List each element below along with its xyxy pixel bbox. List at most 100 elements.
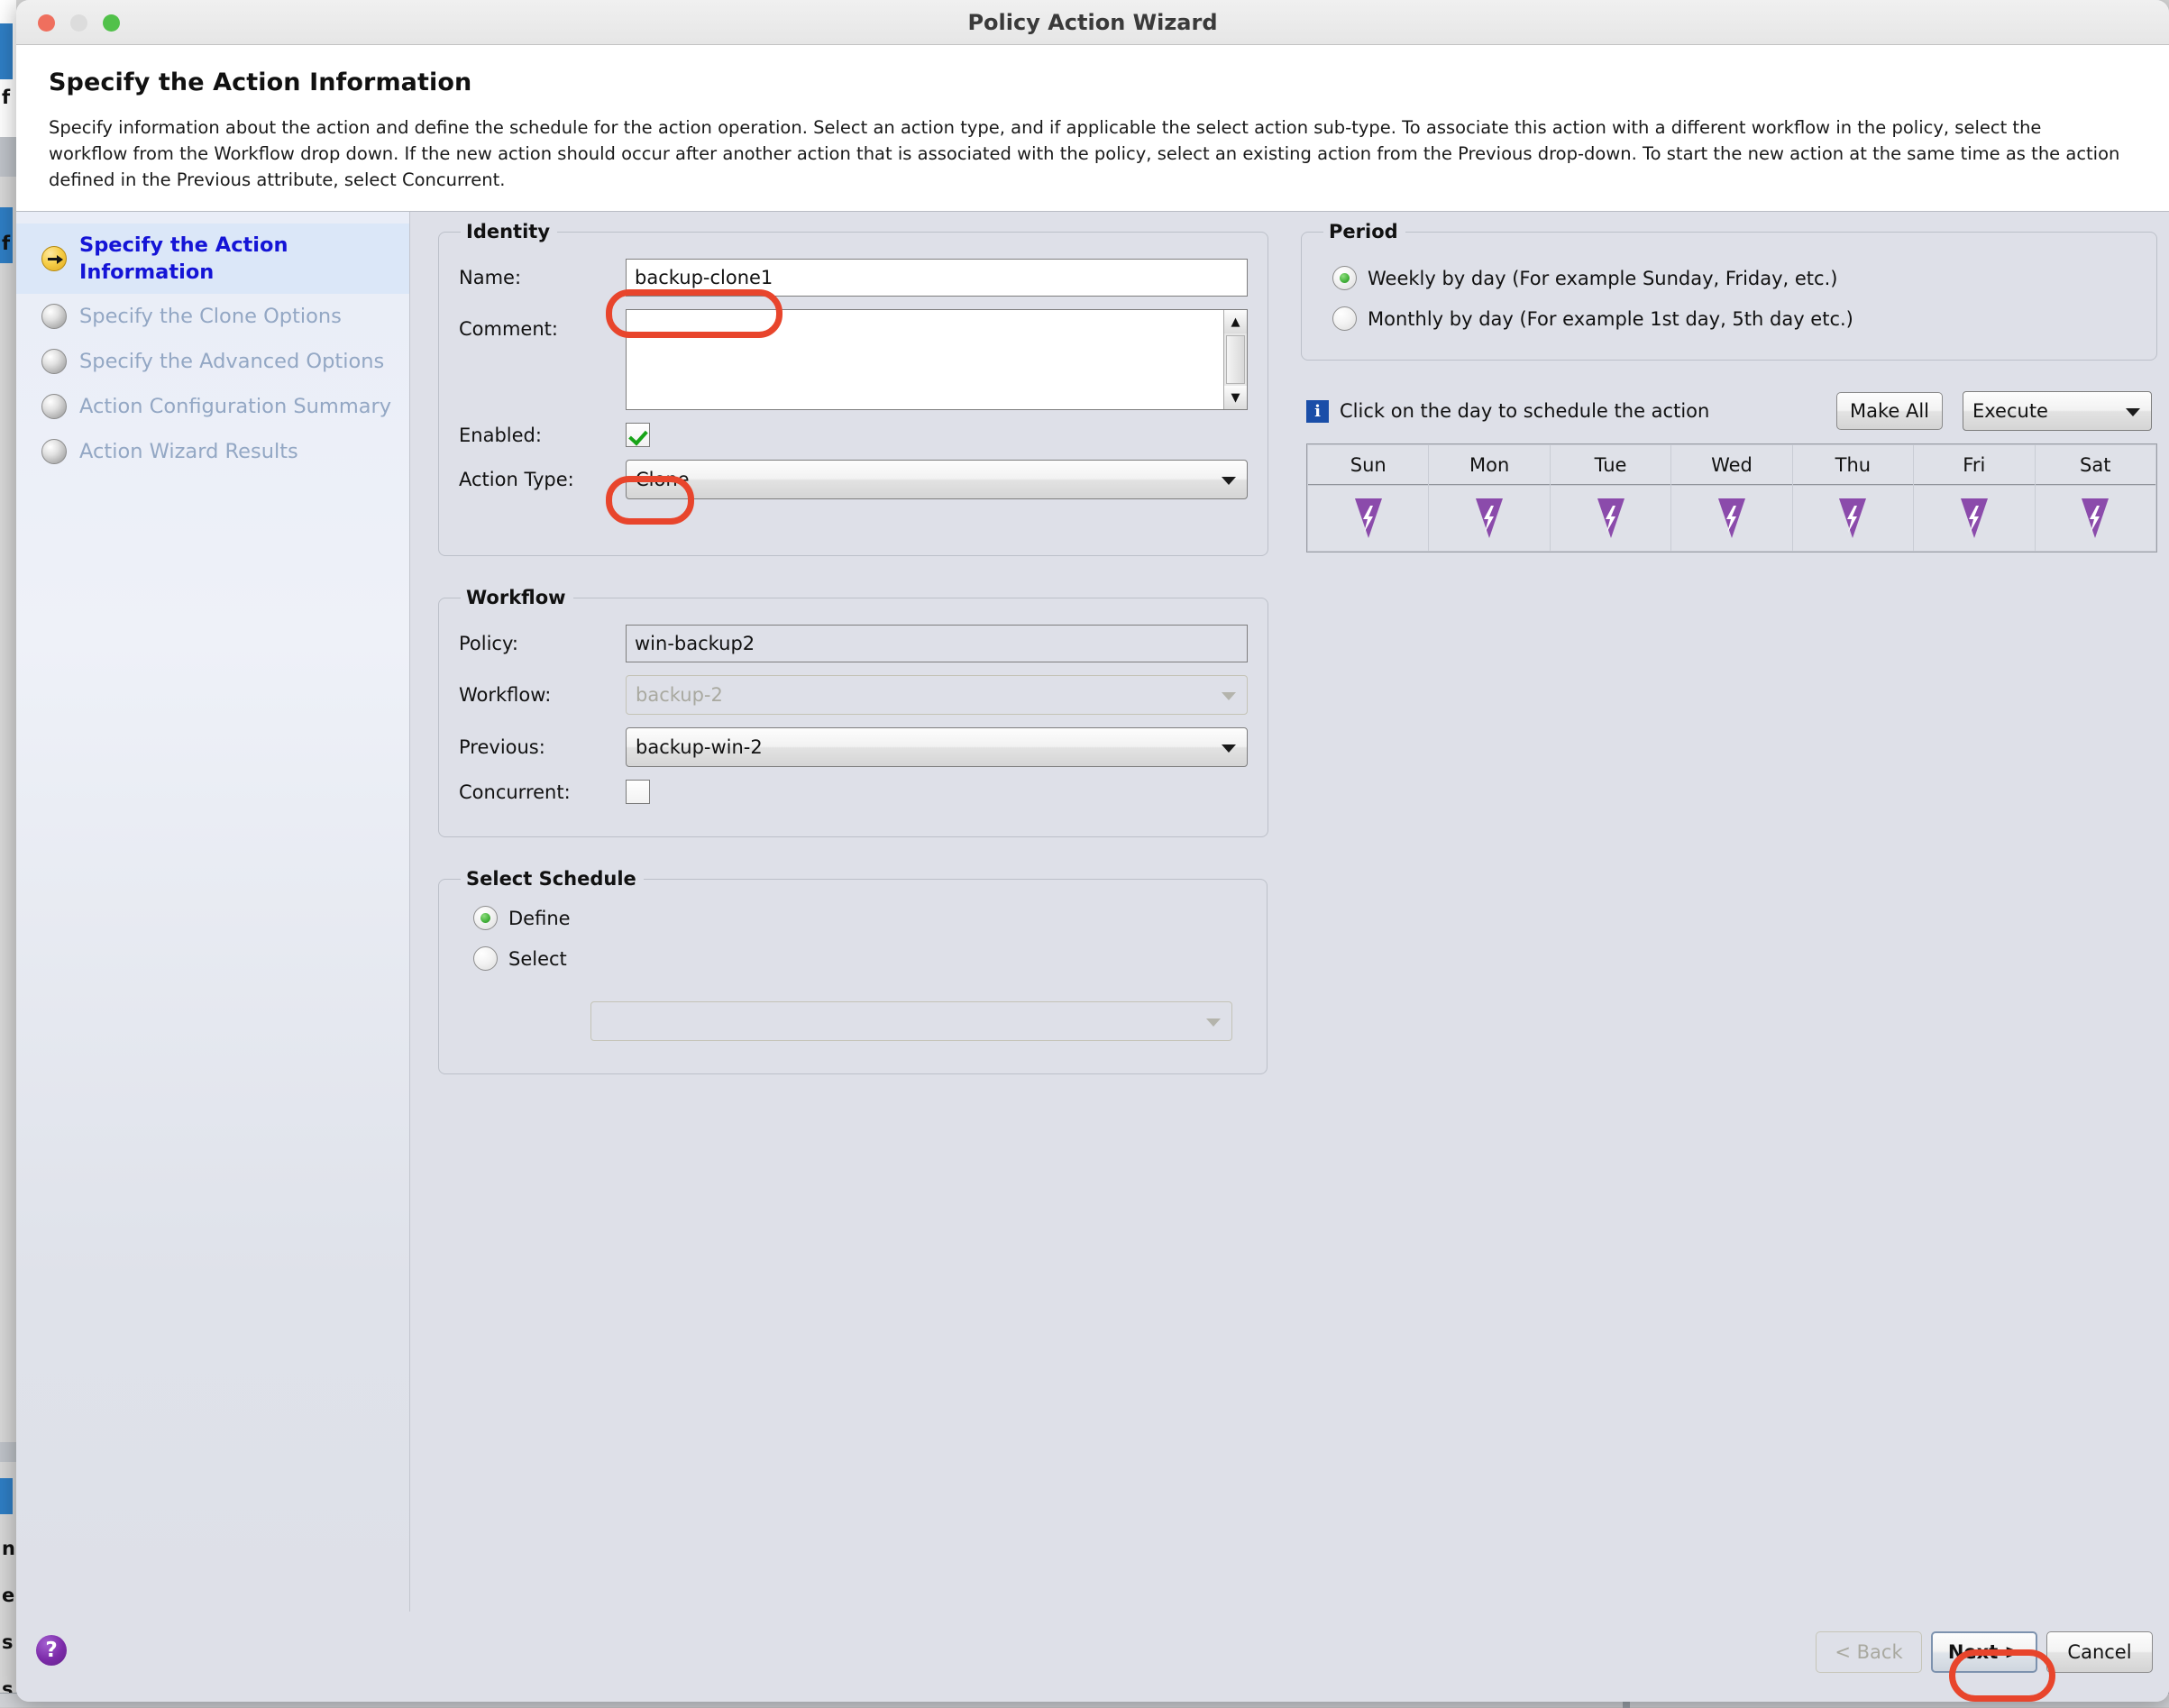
wizard-body: Specify the Action Information Specify t… xyxy=(16,212,2169,1640)
workflow-dropdown: backup-2 xyxy=(626,675,1248,715)
policy-input[interactable] xyxy=(626,625,1248,662)
period-monthly-row[interactable]: Monthly by day (For example 1st day, 5th… xyxy=(1332,306,2137,331)
comment-field-wrapper: ▲ ▼ xyxy=(626,309,1248,410)
sphere-bullet-icon xyxy=(41,349,67,374)
bg-text-fragment: s xyxy=(2,1631,14,1653)
period-column: Period Weekly by day (For example Sunday… xyxy=(1301,221,2157,553)
bg-window-toolbar xyxy=(0,137,16,177)
day-cell-wed[interactable] xyxy=(1671,486,1791,551)
select-schedule-group: Select Schedule Define Select xyxy=(438,868,1268,1074)
schedule-legend: Select Schedule xyxy=(461,868,644,890)
day-column-sat: Sat xyxy=(2036,445,2155,551)
action-type-dropdown[interactable]: Clone xyxy=(626,460,1248,499)
footer-bar: ? < Back Next > Cancel xyxy=(16,1612,2169,1702)
execute-value: Execute xyxy=(1972,400,2048,422)
sidebar-item-specify-the-advanced-options[interactable]: Specify the Advanced Options xyxy=(16,339,409,384)
name-label: Name: xyxy=(459,267,626,288)
day-column-thu: Thu xyxy=(1793,445,1913,551)
period-monthly-label: Monthly by day (For example 1st day, 5th… xyxy=(1368,308,1853,330)
enabled-row: Enabled: xyxy=(459,423,1248,447)
header-block: Specify the Action Information Specify i… xyxy=(16,45,2169,212)
schedule-define-radio[interactable] xyxy=(473,906,498,930)
day-cell-sat[interactable] xyxy=(2036,486,2155,551)
bg-window-divider xyxy=(0,1442,16,1462)
action-type-label: Action Type: xyxy=(459,469,626,490)
execute-dropdown[interactable]: Execute xyxy=(1963,391,2152,431)
bg-window-blue-row2 xyxy=(0,1478,13,1514)
footer-buttons: < Back Next > Cancel xyxy=(1816,1631,2153,1673)
workflow-value: backup-2 xyxy=(636,684,723,706)
day-column-mon: Mon xyxy=(1429,445,1549,551)
day-cell-thu[interactable] xyxy=(1793,486,1913,551)
sidebar-item-action-wizard-results[interactable]: Action Wizard Results xyxy=(16,429,409,474)
cancel-button[interactable]: Cancel xyxy=(2046,1631,2153,1673)
day-header: Tue xyxy=(1551,445,1670,485)
scroll-down-icon[interactable]: ▼ xyxy=(1224,386,1247,409)
step-label: Specify the Clone Options xyxy=(79,303,342,330)
schedule-combo-row xyxy=(459,1001,1247,1054)
day-header: Fri xyxy=(1914,445,2034,485)
action-type-row: Action Type: Clone xyxy=(459,460,1248,499)
day-schedule-table: Sun Mon xyxy=(1306,443,2157,553)
workflow-label: Workflow: xyxy=(459,684,626,706)
action-type-value: Clone xyxy=(636,469,690,490)
step-label: Specify the Advanced Options xyxy=(79,348,384,375)
lightning-bolt-icon xyxy=(1596,497,1626,540)
sidebar-item-specify-the-clone-options[interactable]: Specify the Clone Options xyxy=(16,294,409,339)
chevron-down-icon xyxy=(1222,477,1236,485)
sidebar-item-action-configuration-summary[interactable]: Action Configuration Summary xyxy=(16,384,409,429)
workflow-legend: Workflow xyxy=(461,587,573,608)
lightning-bolt-icon xyxy=(1716,497,1747,540)
concurrent-checkbox[interactable] xyxy=(626,780,650,804)
day-cell-sun[interactable] xyxy=(1308,486,1428,551)
comment-input[interactable] xyxy=(627,310,1223,409)
sphere-bullet-icon xyxy=(41,439,67,464)
day-scheduler-hint: Click on the day to schedule the action xyxy=(1340,400,1826,422)
schedule-select-radio[interactable] xyxy=(473,946,498,971)
lightning-bolt-icon xyxy=(1837,497,1868,540)
day-column-tue: Tue xyxy=(1551,445,1670,551)
day-header: Thu xyxy=(1793,445,1913,485)
enabled-checkbox[interactable] xyxy=(626,423,650,447)
info-icon: i xyxy=(1306,400,1329,423)
day-cell-mon[interactable] xyxy=(1429,486,1549,551)
period-weekly-radio[interactable] xyxy=(1332,266,1357,290)
scrollbar-thumb[interactable] xyxy=(1226,335,1245,384)
help-icon[interactable]: ? xyxy=(36,1635,67,1666)
chevron-down-icon xyxy=(1206,1018,1221,1027)
lightning-bolt-icon xyxy=(1959,497,1990,540)
next-button[interactable]: Next > xyxy=(1931,1631,2037,1673)
schedule-define-row[interactable]: Define xyxy=(473,906,1247,930)
lightning-bolt-icon xyxy=(2080,497,2110,540)
sidebar-item-specify-the-action-information[interactable]: Specify the Action Information xyxy=(16,224,409,294)
policy-row: Policy: xyxy=(459,625,1248,662)
day-cell-tue[interactable] xyxy=(1551,486,1670,551)
policy-action-wizard-window: Policy Action Wizard Specify the Action … xyxy=(16,0,2169,1702)
bg-text-fragment: e xyxy=(2,1585,14,1606)
wizard-step-list: Specify the Action Information Specify t… xyxy=(16,212,410,1640)
period-weekly-row[interactable]: Weekly by day (For example Sunday, Frida… xyxy=(1332,266,2137,290)
day-header: Sun xyxy=(1308,445,1428,485)
policy-label: Policy: xyxy=(459,633,626,654)
scroll-up-icon[interactable]: ▲ xyxy=(1224,310,1247,333)
form-column: Identity Name: Comment: ▲ ▼ xyxy=(438,221,1268,1105)
day-header: Sat xyxy=(2036,445,2155,485)
comment-label: Comment: xyxy=(459,309,626,340)
bg-text-fragment: f xyxy=(2,87,10,108)
window-titlebar: Policy Action Wizard xyxy=(16,0,2169,45)
workflow-group: Workflow Policy: Workflow: backup-2 Prev… xyxy=(438,587,1268,837)
make-all-button[interactable]: Make All xyxy=(1836,392,1943,430)
schedule-select-row[interactable]: Select xyxy=(473,946,1247,971)
name-input[interactable] xyxy=(626,259,1248,297)
concurrent-label: Concurrent: xyxy=(459,781,626,803)
previous-dropdown[interactable]: backup-win-2 xyxy=(626,727,1248,767)
period-monthly-radio[interactable] xyxy=(1332,306,1357,331)
previous-row: Previous: backup-win-2 xyxy=(459,727,1248,767)
day-cell-fri[interactable] xyxy=(1914,486,2034,551)
arrow-bullet-icon xyxy=(41,246,67,271)
comment-scrollbar[interactable]: ▲ ▼ xyxy=(1223,310,1247,409)
bg-window-blue-band xyxy=(0,23,13,79)
identity-group: Identity Name: Comment: ▲ ▼ xyxy=(438,221,1268,556)
window-title: Policy Action Wizard xyxy=(16,0,2169,45)
schedule-dropdown xyxy=(590,1001,1232,1041)
